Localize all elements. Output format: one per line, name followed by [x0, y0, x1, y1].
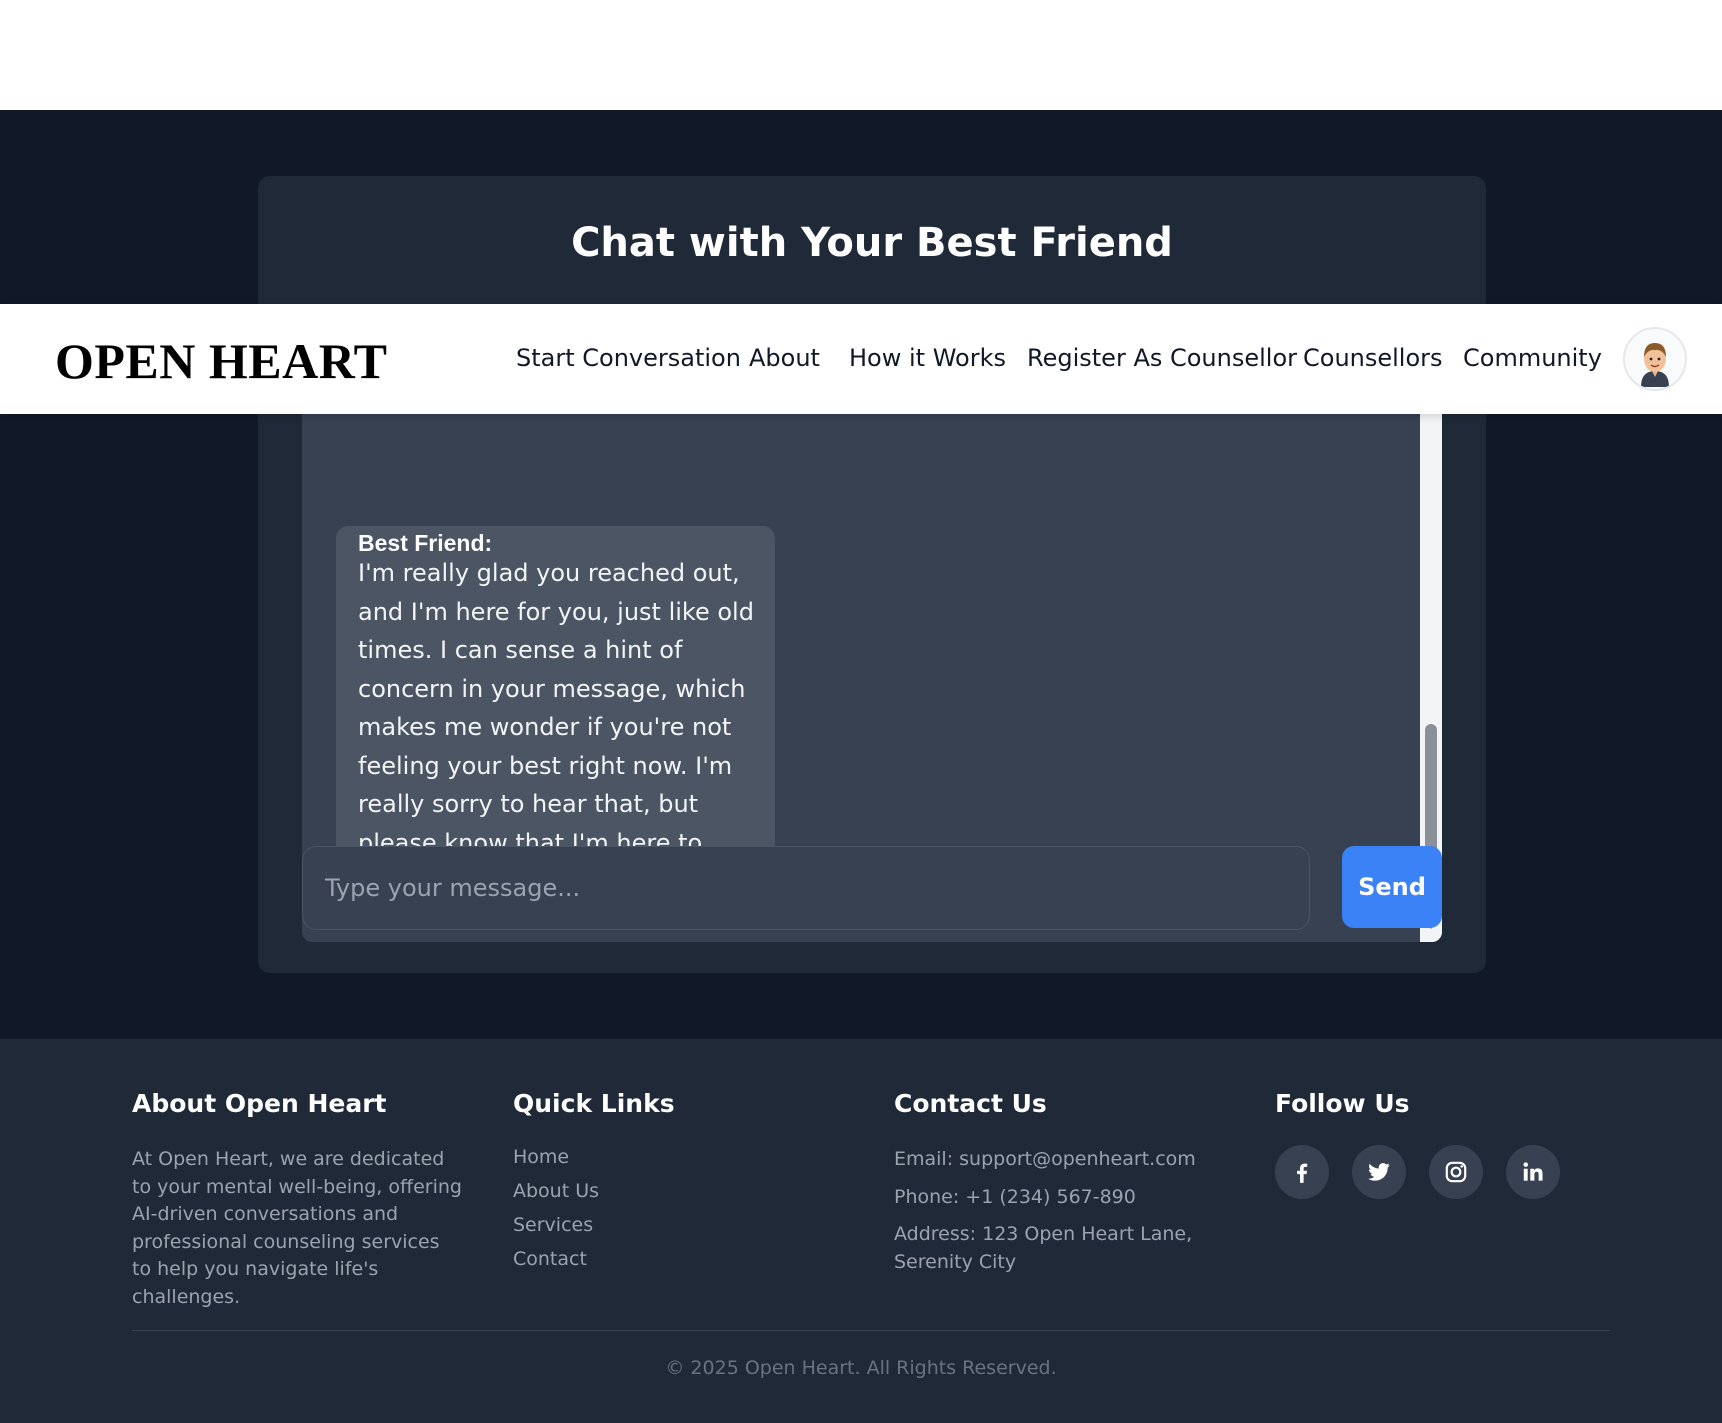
nav-start-conversation[interactable]: Start Conversation: [516, 344, 741, 372]
facebook-icon[interactable]: [1275, 1145, 1329, 1199]
twitter-icon[interactable]: [1352, 1145, 1406, 1199]
footer-contact: Contact Us Email: support@openheart.com …: [894, 1089, 1244, 1276]
footer-link-contact[interactable]: Contact: [513, 1248, 843, 1270]
footer: About Open Heart At Open Heart, we are d…: [0, 1039, 1722, 1423]
copyright: © 2025 Open Heart. All Rights Reserved.: [665, 1357, 1057, 1379]
nav-community[interactable]: Community: [1463, 344, 1602, 372]
contact-email[interactable]: Email: support@openheart.com: [894, 1146, 1244, 1174]
nav-counsellors[interactable]: Counsellors: [1303, 344, 1443, 372]
user-avatar[interactable]: [1623, 327, 1687, 391]
nav-how-it-works[interactable]: How it Works: [849, 344, 1006, 372]
footer-follow-heading: Follow Us: [1275, 1089, 1410, 1118]
footer-about: About Open Heart At Open Heart, we are d…: [132, 1089, 462, 1311]
send-button[interactable]: Send: [1342, 846, 1442, 928]
instagram-icon[interactable]: [1429, 1145, 1483, 1199]
contact-address: Address: 123 Open Heart Lane, Serenity C…: [894, 1223, 1193, 1273]
footer-quick-links: Quick Links Home About Us Services Conta…: [513, 1089, 843, 1270]
chat-title: Chat with Your Best Friend: [571, 220, 1173, 266]
linkedin-icon[interactable]: [1506, 1145, 1560, 1199]
contact-phone[interactable]: Phone: +1 (234) 567-890: [894, 1184, 1244, 1212]
navbar: OPEN HEART Start Conversation About How …: [0, 304, 1722, 414]
nav-about[interactable]: About: [749, 344, 820, 372]
footer-about-text: At Open Heart, we are dedicated to your …: [132, 1148, 462, 1308]
top-spacer: [0, 0, 1722, 110]
message-input[interactable]: [302, 846, 1310, 930]
avatar-icon: [1641, 343, 1669, 387]
footer-divider: [132, 1330, 1610, 1331]
footer-contact-heading: Contact Us: [894, 1089, 1047, 1118]
footer-link-home[interactable]: Home: [513, 1146, 843, 1168]
footer-links-heading: Quick Links: [513, 1089, 675, 1118]
chat-card: Chat with Your Best Friend Best Friend: …: [258, 176, 1486, 973]
footer-link-services[interactable]: Services: [513, 1214, 843, 1236]
footer-link-about-us[interactable]: About Us: [513, 1180, 843, 1202]
message-sender: Best Friend:: [358, 530, 493, 556]
footer-about-heading: About Open Heart: [132, 1089, 387, 1118]
site-logo[interactable]: OPEN HEART: [55, 332, 387, 390]
nav-register-counsellor[interactable]: Register As Counsellor: [1027, 344, 1297, 372]
